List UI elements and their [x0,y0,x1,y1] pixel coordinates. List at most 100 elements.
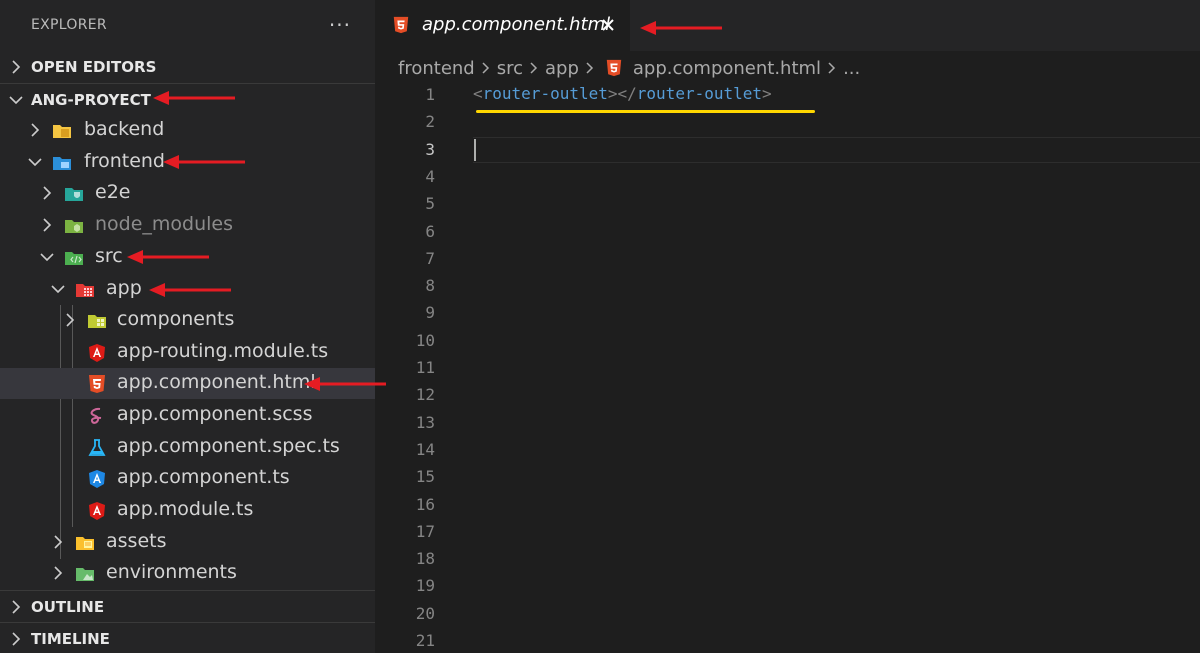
section-label: OUTLINE [31,598,105,616]
text-cursor [474,139,476,161]
section-open-editors[interactable]: OPEN EDITORS [0,51,375,83]
chevron-right-icon [12,632,21,646]
angular-icon [89,344,105,362]
tree-item-e2e[interactable]: e2e [0,178,375,209]
breadcrumb-item[interactable]: src [497,58,523,79]
tree-item-label: app.component.html [117,371,316,393]
tree-item-components[interactable]: components [0,305,375,336]
line-number: 5 [425,194,435,214]
tree-item-app-component-ts[interactable]: app.component.ts [0,463,375,494]
chevron-right-icon [12,60,21,74]
line-number: 1 [425,85,435,104]
breadcrumb-item[interactable]: app.component.html [633,58,821,79]
line-number: 6 [425,221,435,241]
folder-assets-icon [76,537,94,550]
chevron-right-icon [43,186,52,200]
angular-icon [89,502,105,520]
section-timeline[interactable]: TIMELINE [0,622,375,653]
folder-environment-icon [76,568,94,581]
tree-item-label: app.component.scss [117,403,313,425]
breadcrumb: frontend src app app.component.html ... [398,57,860,79]
tab-label: app.component.html [422,14,611,35]
line-number: 7 [425,248,435,268]
tree-item-environments[interactable]: environments [0,558,375,589]
tree-item-label: node_modules [95,213,234,235]
html5-icon [393,16,409,34]
tree-item-label: app.component.ts [117,466,290,488]
breadcrumb-item[interactable]: frontend [398,58,475,79]
explorer-header: EXPLORER ··· [0,0,375,50]
explorer-title: EXPLORER [31,17,107,33]
chevron-down-icon [28,158,42,167]
tab-app-component-html[interactable]: app.component.html [375,0,630,51]
tree-item-label: frontend [84,150,165,172]
code-tag: router-outlet [482,84,608,103]
chevron-down-icon [40,253,54,262]
chevron-right-icon [828,62,836,74]
close-icon[interactable] [600,17,616,33]
folder-src-icon [65,252,83,265]
breadcrumb-item[interactable]: ... [843,58,860,79]
line-number: 17 [415,521,435,541]
tree-item-app-routing[interactable]: app-routing.module.ts [0,337,375,368]
tree-item-label: app [106,277,142,299]
tree-item-label: assets [106,530,167,552]
tree-item-app-module[interactable]: app.module.ts [0,495,375,526]
section-label: TIMELINE [31,630,110,648]
code-punct: > [762,84,772,103]
tree-item-label: app.component.spec.ts [117,435,340,457]
tree-item-label: components [117,308,235,330]
test-flask-icon [88,439,106,456]
chevron-right-icon [31,123,40,137]
chevron-right-icon [54,535,63,549]
tree-item-assets[interactable]: assets [0,527,375,558]
folder-node-icon [65,220,83,233]
breadcrumb-item[interactable]: app [545,58,579,79]
tree-item-app-component-spec[interactable]: app.component.spec.ts [0,432,375,463]
line-number: 18 [415,549,435,569]
line-number: 14 [415,439,435,459]
sass-icon [90,407,102,424]
highlight-underline [476,110,815,113]
folder-components-icon [88,315,106,328]
code-tag: router-outlet [636,84,763,103]
annotation-arrow [163,155,245,169]
annotation-arrow [153,91,235,105]
section-label: ANG-PROYECT [31,91,151,109]
folder-open-icon [53,157,71,170]
tree-item-label: app.module.ts [117,498,254,520]
tree-item-label: src [95,245,123,267]
folder-icon [53,125,71,138]
code-punct: < [473,84,483,103]
annotation-arrow [127,250,209,264]
code-punct: > [607,84,618,103]
html5-icon [89,375,105,393]
code-line-1[interactable]: <router-outlet></router-outlet> [473,84,772,103]
section-label: OPEN EDITORS [31,58,157,76]
tree-item-node-modules[interactable]: node_modules [0,210,375,241]
line-number: 10 [415,330,435,350]
line-number: 3 [425,139,435,159]
folder-app-icon [76,284,94,297]
chevron-right-icon [66,313,75,327]
chevron-right-icon [54,566,63,580]
chevron-right-icon [586,62,593,74]
folder-test-icon [65,188,83,201]
tree-item-backend[interactable]: backend [0,115,375,146]
chevron-right-icon [43,218,52,232]
line-number: 8 [425,276,435,296]
line-number: 9 [425,303,435,323]
line-number: 20 [415,603,435,623]
section-outline[interactable]: OUTLINE [0,590,375,623]
line-number: 2 [425,112,435,132]
more-actions-icon[interactable]: ··· [329,15,351,35]
current-line-highlight [473,137,1200,163]
chevron-right-icon [530,62,538,74]
line-number: 16 [415,494,435,514]
annotation-arrow [149,283,231,297]
annotation-arrow [304,377,386,391]
code-punct: </ [617,84,637,103]
tree-item-app-component-scss[interactable]: app.component.scss [0,400,375,431]
annotation-arrow [640,21,722,35]
line-number: 11 [415,358,435,377]
